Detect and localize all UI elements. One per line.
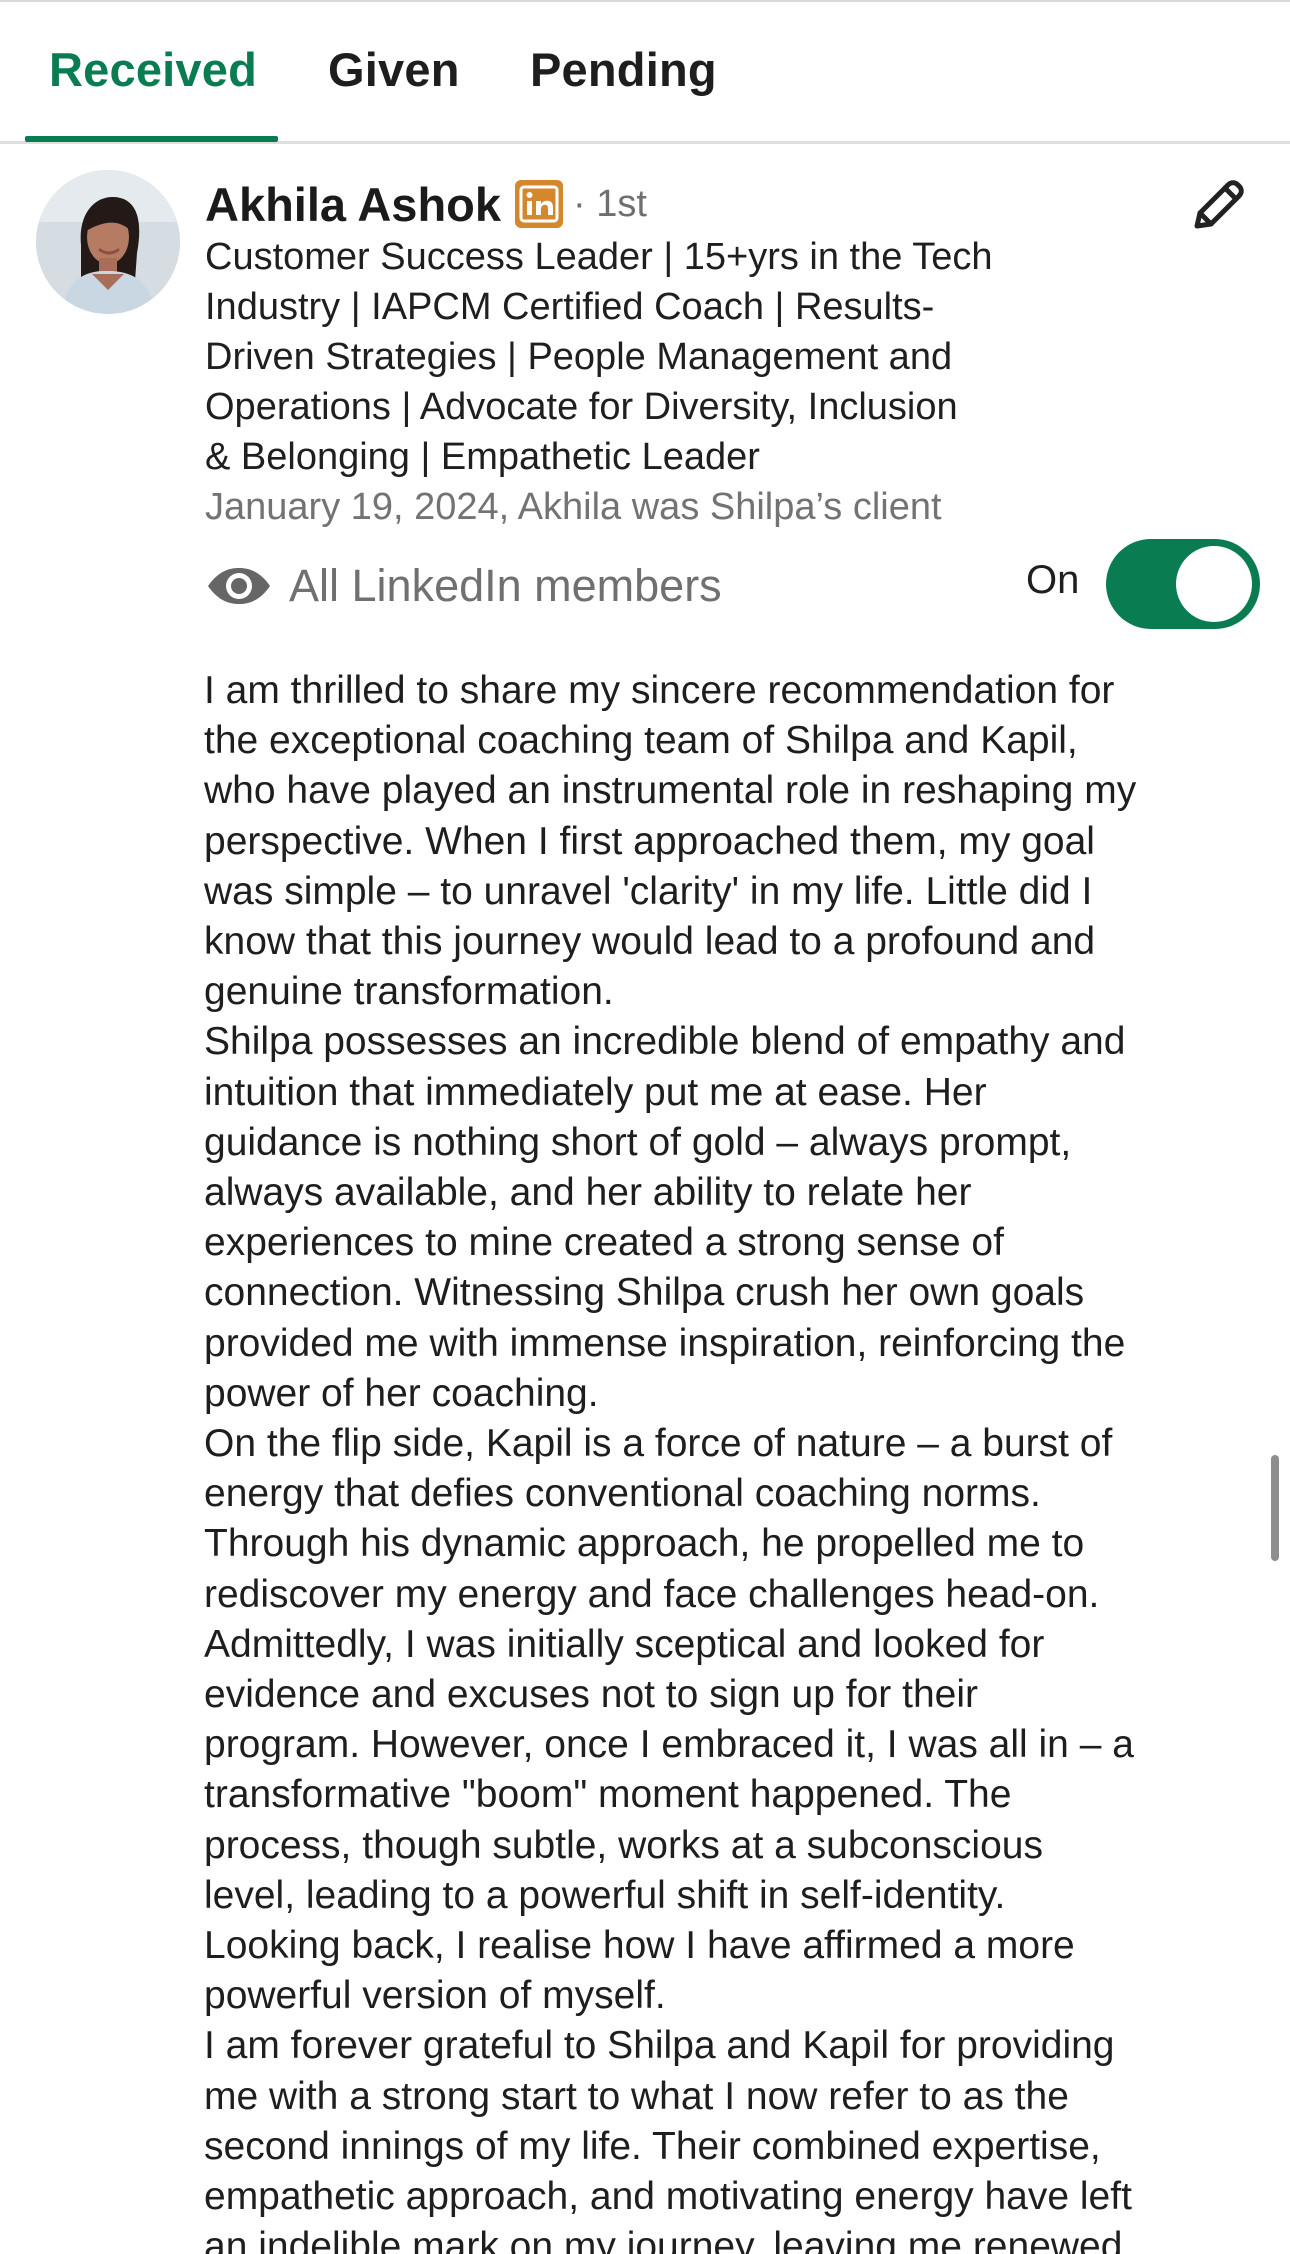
- body-line: Admittedly, I was initially sceptical an…: [204, 1622, 1045, 1666]
- visibility-audience: All LinkedIn members: [289, 560, 722, 611]
- recommendation-text: I am thrilled to share my sincere recomm…: [204, 666, 1264, 2254]
- linkedin-icon: [515, 180, 563, 228]
- body-line: genuine transformation.: [204, 970, 614, 1014]
- pencil-icon-glyph: [1194, 180, 1244, 229]
- tab-given[interactable]: Given: [328, 42, 460, 97]
- toggle-knob: [1176, 546, 1252, 622]
- body-line: who have played an instrumental role in …: [204, 769, 1137, 813]
- body-line: powerful version of myself.: [204, 1974, 666, 2018]
- body-line: the exceptional coaching team of Shilpa …: [204, 719, 1078, 763]
- visibility-setting: All LinkedIn members: [205, 555, 722, 617]
- headline-line: Operations | Advocate for Diversity, Inc…: [205, 386, 958, 428]
- tab-pending[interactable]: Pending: [530, 42, 717, 97]
- body-line: guidance is nothing short of gold – alwa…: [204, 1120, 1072, 1164]
- body-line: level, leading to a powerful shift in se…: [204, 1873, 1006, 1917]
- body-line: Shilpa possesses an incredible blend of …: [204, 1020, 1126, 1064]
- body-line: provided me with immense inspiration, re…: [204, 1321, 1126, 1365]
- body-line: On the flip side, Kapil is a force of na…: [204, 1422, 1113, 1466]
- headline-line: & Belonging | Empathetic Leader: [205, 436, 760, 478]
- body-line: Through his dynamic approach, he propell…: [204, 1522, 1085, 1566]
- vertical-scrollbar[interactable]: [1271, 1455, 1279, 1561]
- body-line: Looking back, I realise how I have affir…: [204, 1924, 1075, 1968]
- body-line: rediscover my energy and face challenges…: [204, 1572, 1100, 1616]
- visibility-toggle-label: On: [1026, 558, 1080, 602]
- body-line: was simple – to unravel 'clarity' in my …: [204, 869, 1093, 913]
- recommender-headline: Customer Success Leader | 15+yrs in the …: [205, 232, 1125, 482]
- linkedin-badge-glyph: [519, 185, 559, 223]
- body-line: energy that defies conventional coaching…: [204, 1472, 1041, 1516]
- visibility-toggle[interactable]: [1106, 539, 1260, 629]
- body-line: intuition that immediately put me at eas…: [204, 1070, 987, 1114]
- body-line: process, though subtle, works at a subco…: [204, 1823, 1043, 1867]
- body-line: experiences to mine created a strong sen…: [204, 1221, 1004, 1265]
- active-tab-underline: [25, 136, 278, 142]
- body-line: program. However, once I embraced it, I …: [204, 1723, 1134, 1767]
- avatar[interactable]: [36, 170, 180, 314]
- body-line: me with a strong start to what I now ref…: [204, 2074, 1069, 2118]
- body-line: perspective. When I first approached the…: [204, 819, 1095, 863]
- eye-icon: [208, 568, 270, 604]
- connection-degree: · 1st: [573, 182, 647, 225]
- body-line: evidence and excuses not to sign up for …: [204, 1673, 978, 1717]
- pencil-icon[interactable]: [1185, 173, 1251, 239]
- body-line: always available, and her ability to rel…: [204, 1171, 972, 1215]
- headline-line: Driven Strategies | People Management an…: [205, 336, 953, 378]
- recommendation-date-relationship: January 19, 2024, Akhila was Shilpa’s cl…: [205, 486, 942, 528]
- body-line: I am thrilled to share my sincere recomm…: [204, 669, 1115, 712]
- headline-line: Industry | IAPCM Certified Coach | Resul…: [205, 286, 935, 328]
- body-line: transformative "boom" moment happened. T…: [204, 1773, 1012, 1817]
- body-line: I am forever grateful to Shilpa and Kapi…: [204, 2024, 1115, 2068]
- avatar-image: [36, 170, 180, 314]
- body-line: an indelible mark on my journey, leaving…: [204, 2225, 1123, 2254]
- recommendation-screen: Received Given Pending Akhila Ashok · 1s…: [0, 0, 1290, 2254]
- body-line: connection. Witnessing Shilpa crush her …: [204, 1271, 1085, 1315]
- recommender-name[interactable]: Akhila Ashok: [205, 177, 501, 232]
- body-line: second innings of my life. Their combine…: [204, 2124, 1101, 2168]
- recommender-header: Akhila Ashok · 1st: [205, 176, 647, 232]
- body-line: empathetic approach, and motivating ener…: [204, 2175, 1132, 2219]
- tab-received[interactable]: Received: [49, 42, 257, 97]
- body-line: power of her coaching.: [204, 1371, 599, 1415]
- body-line: know that this journey would lead to a p…: [204, 920, 1096, 964]
- headline-line: Customer Success Leader | 15+yrs in the …: [205, 236, 993, 278]
- recommendation-tabs: Received Given Pending: [0, 0, 1290, 144]
